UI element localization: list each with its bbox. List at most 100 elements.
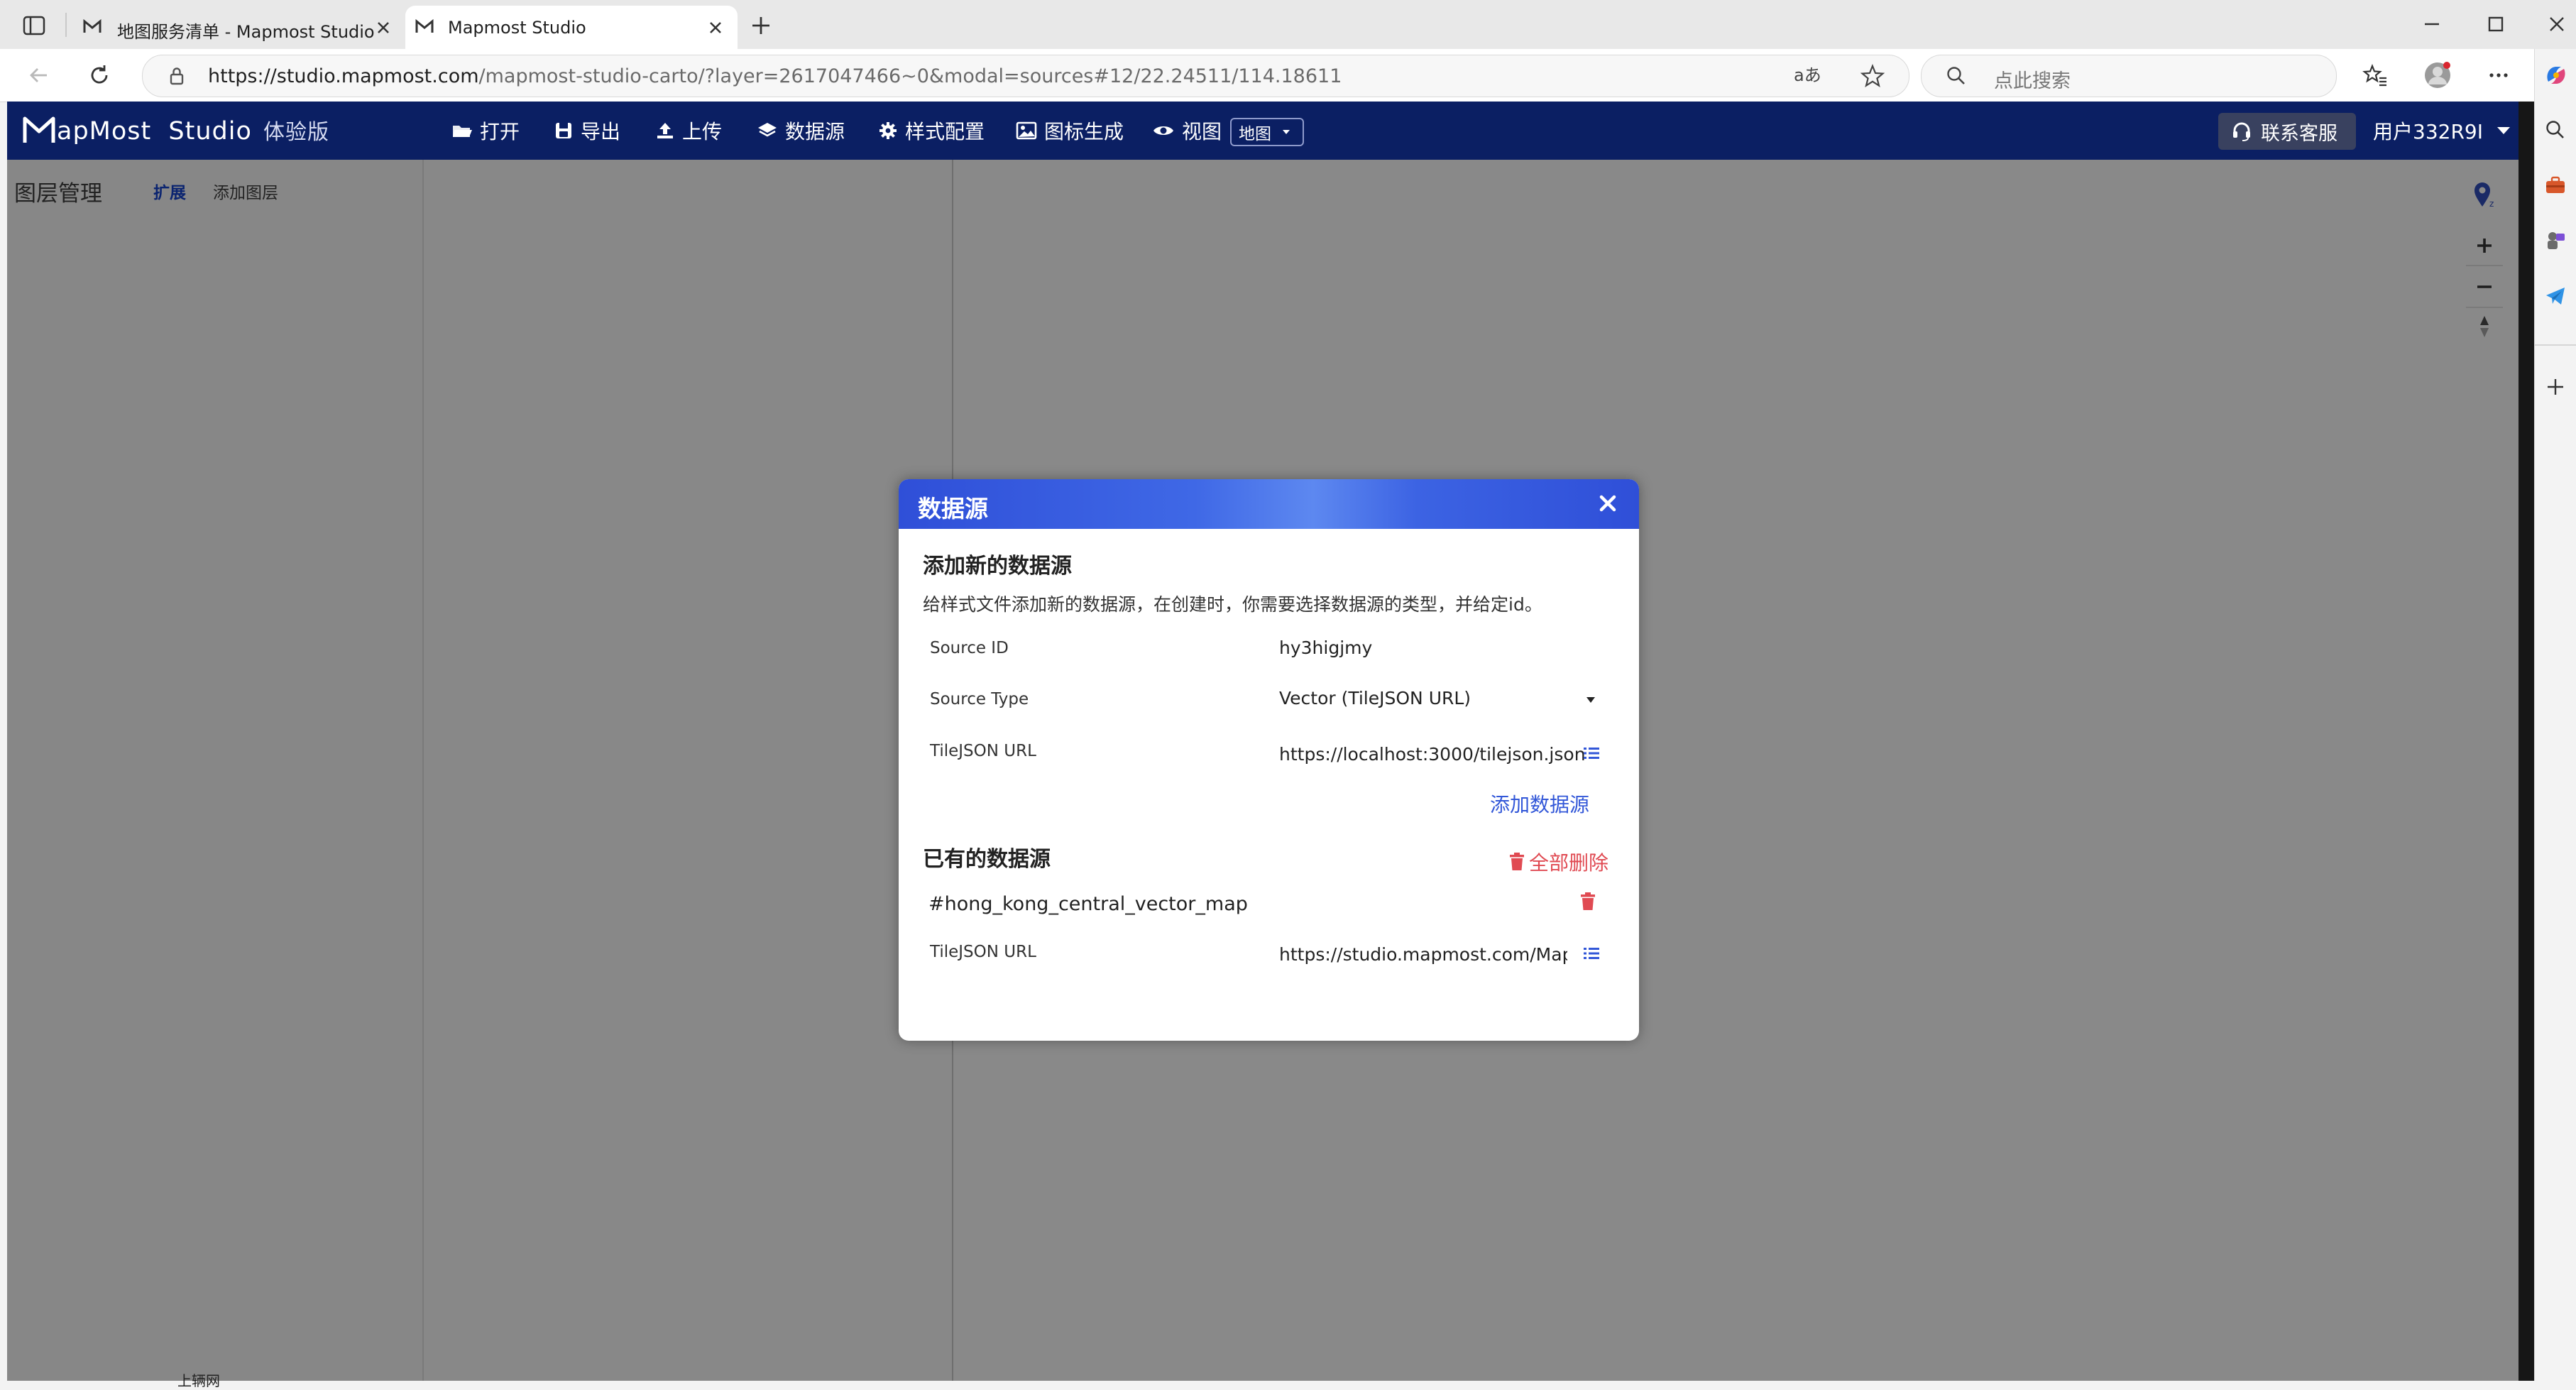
locate-icon[interactable]: z [2467, 177, 2501, 212]
reload-icon[interactable] [87, 62, 112, 88]
new-tab-icon[interactable] [748, 13, 774, 38]
view-select-value: 地图 [1239, 125, 1271, 143]
close-icon[interactable] [373, 17, 394, 38]
save-icon [556, 123, 571, 138]
eye-icon [1153, 126, 1173, 135]
maximize-icon[interactable] [2483, 11, 2509, 37]
sidebar-divider [2535, 344, 2576, 346]
app-logo-text[interactable]: apMost Studio 体验版 [35, 114, 329, 146]
more-options-icon[interactable] [2486, 62, 2511, 88]
search-icon[interactable] [2544, 119, 2567, 141]
back-icon[interactable] [26, 62, 51, 88]
contact-support-button[interactable]: 联系客服 [2218, 113, 2356, 150]
logo-suffix: Studio [168, 117, 252, 146]
url-path: /mapmost-studio-carto/?layer=2617047466~… [478, 65, 1342, 87]
url-host: https://studio.mapmost.com [208, 65, 479, 87]
list-icon[interactable] [1583, 946, 1600, 961]
svg-text:z: z [2489, 199, 2494, 208]
minimize-icon[interactable] [2419, 11, 2445, 37]
upload-icon [657, 123, 673, 138]
delete-all-button[interactable]: 全部删除 [1509, 848, 1608, 876]
dialog-header: 数据源 [899, 479, 1639, 529]
profile-avatar-icon[interactable] [2423, 61, 2452, 89]
browser-search-box[interactable]: 点此搜索 [1921, 55, 2337, 97]
menu-label: 导出 [581, 120, 621, 143]
trash-icon[interactable] [1580, 892, 1596, 911]
tilejson-url-input[interactable]: https://localhost:3000/tilejson.json [1279, 744, 1584, 765]
tab-separator [65, 13, 67, 37]
toolbox-icon[interactable] [2544, 174, 2567, 197]
logo-word: apMost [57, 117, 152, 146]
menu-label: 样式配置 [905, 120, 985, 143]
list-icon[interactable] [1583, 745, 1600, 761]
tab-actions-icon[interactable] [21, 14, 47, 37]
menu-style-config[interactable]: 样式配置 [878, 102, 985, 160]
source-id: #hong_kong_central_vector_map [928, 893, 1248, 915]
source-id-input[interactable]: hy3higjmy [1279, 637, 1591, 658]
favorite-star-icon[interactable] [1860, 64, 1885, 88]
add-source-button[interactable]: 添加数据源 [1490, 789, 1589, 818]
url-text: https://studio.mapmost.com/mapmost-studi… [208, 65, 1342, 87]
window-close-icon[interactable] [2544, 11, 2570, 37]
menu-data-source[interactable]: 数据源 [757, 102, 845, 160]
zoom-out-icon[interactable] [2467, 270, 2501, 304]
lock-icon [168, 66, 185, 86]
add-icon[interactable] [2544, 376, 2567, 398]
menu-icon-generate[interactable]: 图标生成 [1016, 102, 1124, 160]
new-source-description: 给样式文件添加新的数据源，在创建时，你需要选择数据源的类型，并给定id。 [923, 594, 1542, 615]
compass-icon[interactable] [2467, 310, 2501, 344]
menu-label: 打开 [480, 120, 520, 143]
new-source-heading: 添加新的数据源 [923, 554, 1072, 579]
search-placeholder: 点此搜索 [1994, 70, 2071, 92]
caret-down-icon [1586, 697, 1595, 703]
truncated-text: 上辆网 [177, 1372, 220, 1389]
menu-export[interactable]: 导出 [554, 102, 620, 160]
read-aloud-icon[interactable]: aあ [1794, 65, 1821, 87]
svg-text:aあ: aあ [1794, 65, 1821, 85]
map-control-divider [2466, 307, 2503, 308]
tilejson-label: TileJSON URL [930, 943, 1036, 961]
trash-icon [1510, 853, 1524, 870]
expand-link[interactable]: 扩展 [153, 179, 186, 203]
favorites-icon[interactable] [2362, 62, 2388, 88]
close-icon[interactable] [1595, 491, 1621, 516]
menu-open[interactable]: 打开 [451, 102, 520, 160]
image-icon [1016, 121, 1037, 140]
mapmost-favicon-icon [83, 18, 102, 35]
layers-icon [758, 123, 777, 137]
headset-icon [2233, 122, 2250, 141]
games-icon[interactable] [2544, 229, 2567, 252]
close-icon[interactable] [705, 17, 726, 38]
address-bar[interactable]: https://studio.mapmost.com/mapmost-studi… [142, 55, 1909, 97]
telegram-icon[interactable] [2544, 285, 2567, 307]
tilejson-url-input[interactable]: https://studio.mapmost.com/Mapmost [1279, 944, 1567, 965]
source-type-select[interactable]: Vector (TileJSON URL) [1279, 688, 1595, 713]
menu-label: 数据源 [785, 120, 845, 143]
add-layer-link[interactable]: 添加图层 [213, 179, 278, 203]
dialog-title: 数据源 [918, 495, 988, 522]
tab-title: 地图服务清单 - Mapmost Studio [117, 22, 375, 42]
menu-label: 视图 [1182, 120, 1222, 143]
data-source-dialog: 数据源 添加新的数据源 给样式文件添加新的数据源，在创建时，你需要选择数据源的类… [899, 479, 1639, 1041]
caret-down-icon [1283, 130, 1290, 134]
layer-panel [7, 160, 422, 1381]
layer-editor-panel [424, 160, 952, 1381]
view-select[interactable]: 地图 [1230, 118, 1304, 146]
tab-mapmost-studio[interactable]: Mapmost Studio [405, 6, 738, 49]
menu-view[interactable]: 视图 [1152, 102, 1222, 160]
copilot-icon[interactable] [2543, 62, 2570, 89]
layer-panel-title: 图层管理 [14, 181, 102, 207]
tab-map-service-list[interactable]: 地图服务清单 - Mapmost Studio [73, 6, 405, 49]
menu-label: 图标生成 [1044, 120, 1124, 143]
menu-label: 上传 [682, 120, 723, 143]
zoom-in-icon[interactable] [2467, 229, 2501, 263]
support-label: 联系客服 [2261, 122, 2337, 145]
edition-badge: 体验版 [263, 120, 329, 145]
user-menu[interactable]: 用户332R9I [2373, 102, 2511, 160]
list-item: #hong_kong_central_vector_map TileJSON U… [899, 885, 1639, 1027]
map-control-divider [2466, 265, 2503, 266]
menu-upload[interactable]: 上传 [655, 102, 722, 160]
app-edge-strip [2519, 102, 2534, 1381]
browser-sidebar [2534, 49, 2576, 1381]
caret-down-icon [2496, 127, 2510, 134]
